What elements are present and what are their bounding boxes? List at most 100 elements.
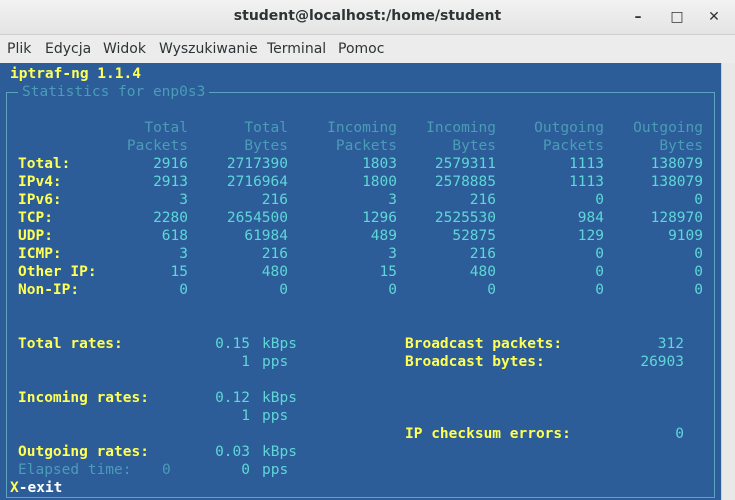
menu-plik[interactable]: Plik <box>7 41 31 57</box>
cell-total-packets: 3 <box>179 246 188 262</box>
cell-outgoing-bytes: 138079 <box>650 174 703 190</box>
cell-incoming-packets: 3 <box>388 246 397 262</box>
cell-total-bytes: 2717390 <box>226 156 288 172</box>
terminal-area[interactable]: iptraf-ng 1.1.4 Statistics for enp0s3 To… <box>0 63 721 500</box>
cell-total-bytes: 2654500 <box>226 210 288 226</box>
total-rates-kbps-unit: kBps <box>262 336 297 352</box>
exit-key: X <box>10 480 19 496</box>
cell-incoming-bytes: 2578885 <box>434 174 496 190</box>
cell-total-packets: 3 <box>179 192 188 208</box>
maximize-icon[interactable]: □ <box>666 6 688 28</box>
total-rates-kbps: 0.15 <box>215 336 250 352</box>
broadcast-packets-label: Broadcast packets: <box>405 336 563 352</box>
header-incoming-packets: Incoming Packets <box>327 120 397 154</box>
menu-terminal[interactable]: Terminal <box>267 41 326 57</box>
elapsed-time-value: 0 <box>162 462 171 478</box>
cell-incoming-packets: 1803 <box>362 156 397 172</box>
outgoing-rates-label: Outgoing rates: <box>18 444 149 460</box>
menu-bar: Plik Edycja Widok Wyszukiwanie Terminal … <box>0 35 735 63</box>
checksum-errors-label: IP checksum errors: <box>405 426 571 442</box>
cell-incoming-bytes: 216 <box>469 192 496 208</box>
cell-total-packets: 2913 <box>153 174 188 190</box>
broadcast-bytes-label: Broadcast bytes: <box>405 354 545 370</box>
header-outgoing-bytes: Outgoing Bytes <box>633 120 703 154</box>
window-title: student@localhost:/home/student <box>233 8 502 24</box>
cell-outgoing-packets: 0 <box>595 264 604 280</box>
cell-incoming-packets: 3 <box>388 192 397 208</box>
cell-incoming-bytes: 2579311 <box>434 156 496 172</box>
cell-incoming-bytes: 52875 <box>452 228 496 244</box>
cell-outgoing-bytes: 0 <box>694 264 703 280</box>
cell-incoming-bytes: 0 <box>487 282 496 298</box>
incoming-rates-label: Incoming rates: <box>18 390 149 406</box>
row-label: UDP: <box>18 228 53 244</box>
scrollbar[interactable] <box>721 63 735 500</box>
cell-total-bytes: 216 <box>261 246 288 262</box>
total-rates-pps: 1 <box>241 354 250 370</box>
cell-outgoing-packets: 1113 <box>569 156 604 172</box>
title-bar: student@localhost:/home/student – □ ✕ <box>0 0 735 35</box>
outgoing-rates-pps-unit: pps <box>262 462 289 478</box>
menu-pomoc[interactable]: Pomoc <box>338 41 384 57</box>
cell-outgoing-bytes: 0 <box>694 282 703 298</box>
incoming-rates-pps: 1 <box>241 408 250 424</box>
cell-total-bytes: 0 <box>279 282 288 298</box>
row-label: TCP: <box>18 210 53 226</box>
cell-total-packets: 0 <box>179 282 188 298</box>
cell-total-bytes: 61984 <box>244 228 288 244</box>
incoming-rates-pps-unit: pps <box>262 408 289 424</box>
cell-outgoing-packets: 129 <box>577 228 604 244</box>
header-total-bytes: Total Bytes <box>244 120 288 154</box>
terminal-window: student@localhost:/home/student – □ ✕ Pl… <box>0 0 735 500</box>
cell-outgoing-packets: 984 <box>577 210 604 226</box>
row-label: Non-IP: <box>18 282 80 298</box>
exit-action: -exit <box>18 480 63 496</box>
cell-total-packets: 2916 <box>153 156 188 172</box>
total-rates-label: Total rates: <box>18 336 123 352</box>
cell-total-bytes: 216 <box>261 192 288 208</box>
cell-total-packets: 15 <box>170 264 188 280</box>
row-label: Total: <box>18 156 71 172</box>
cell-outgoing-bytes: 138079 <box>650 156 703 172</box>
cell-incoming-packets: 1296 <box>362 210 397 226</box>
row-label: ICMP: <box>18 246 62 262</box>
cell-incoming-packets: 489 <box>370 228 397 244</box>
outgoing-rates-kbps: 0.03 <box>215 444 250 460</box>
exit-hint[interactable]: X-exit <box>10 479 62 497</box>
menu-edycja[interactable]: Edycja <box>45 41 91 57</box>
cell-incoming-packets: 15 <box>379 264 397 280</box>
cell-outgoing-bytes: 0 <box>694 246 703 262</box>
cell-incoming-bytes: 2525530 <box>434 210 496 226</box>
menu-widok[interactable]: Widok <box>103 41 146 57</box>
incoming-rates-kbps-unit: kBps <box>262 390 297 406</box>
minimize-icon[interactable]: – <box>627 6 649 28</box>
close-icon[interactable]: ✕ <box>703 6 725 28</box>
cell-total-packets: 618 <box>161 228 188 244</box>
cell-incoming-packets: 1800 <box>362 174 397 190</box>
cell-outgoing-packets: 0 <box>595 282 604 298</box>
cell-outgoing-packets: 0 <box>595 246 604 262</box>
incoming-rates-kbps: 0.12 <box>215 390 250 406</box>
menu-wyszukiwanie[interactable]: Wyszukiwanie <box>159 41 258 57</box>
outgoing-rates-kbps-unit: kBps <box>262 444 297 460</box>
cell-outgoing-packets: 1113 <box>569 174 604 190</box>
frame-title: Statistics for enp0s3 <box>18 83 210 101</box>
cell-outgoing-bytes: 9109 <box>668 228 703 244</box>
total-rates-pps-unit: pps <box>262 354 289 370</box>
outgoing-rates-pps: 0 <box>241 462 250 478</box>
cell-outgoing-packets: 0 <box>595 192 604 208</box>
cell-total-bytes: 480 <box>261 264 288 280</box>
cell-outgoing-bytes: 128970 <box>650 210 703 226</box>
header-total-packets: Total Packets <box>126 120 188 154</box>
cell-incoming-bytes: 480 <box>469 264 496 280</box>
elapsed-time-label: Elapsed time: <box>18 462 132 478</box>
row-label: IPv6: <box>18 192 62 208</box>
header-outgoing-packets: Outgoing Packets <box>534 120 604 154</box>
checksum-errors-value: 0 <box>675 426 684 442</box>
cell-total-packets: 2280 <box>153 210 188 226</box>
row-label: IPv4: <box>18 174 62 190</box>
header-incoming-bytes: Incoming Bytes <box>426 120 496 154</box>
cell-total-bytes: 2716964 <box>226 174 288 190</box>
broadcast-bytes-value: 26903 <box>640 354 684 370</box>
row-label: Other IP: <box>18 264 97 280</box>
